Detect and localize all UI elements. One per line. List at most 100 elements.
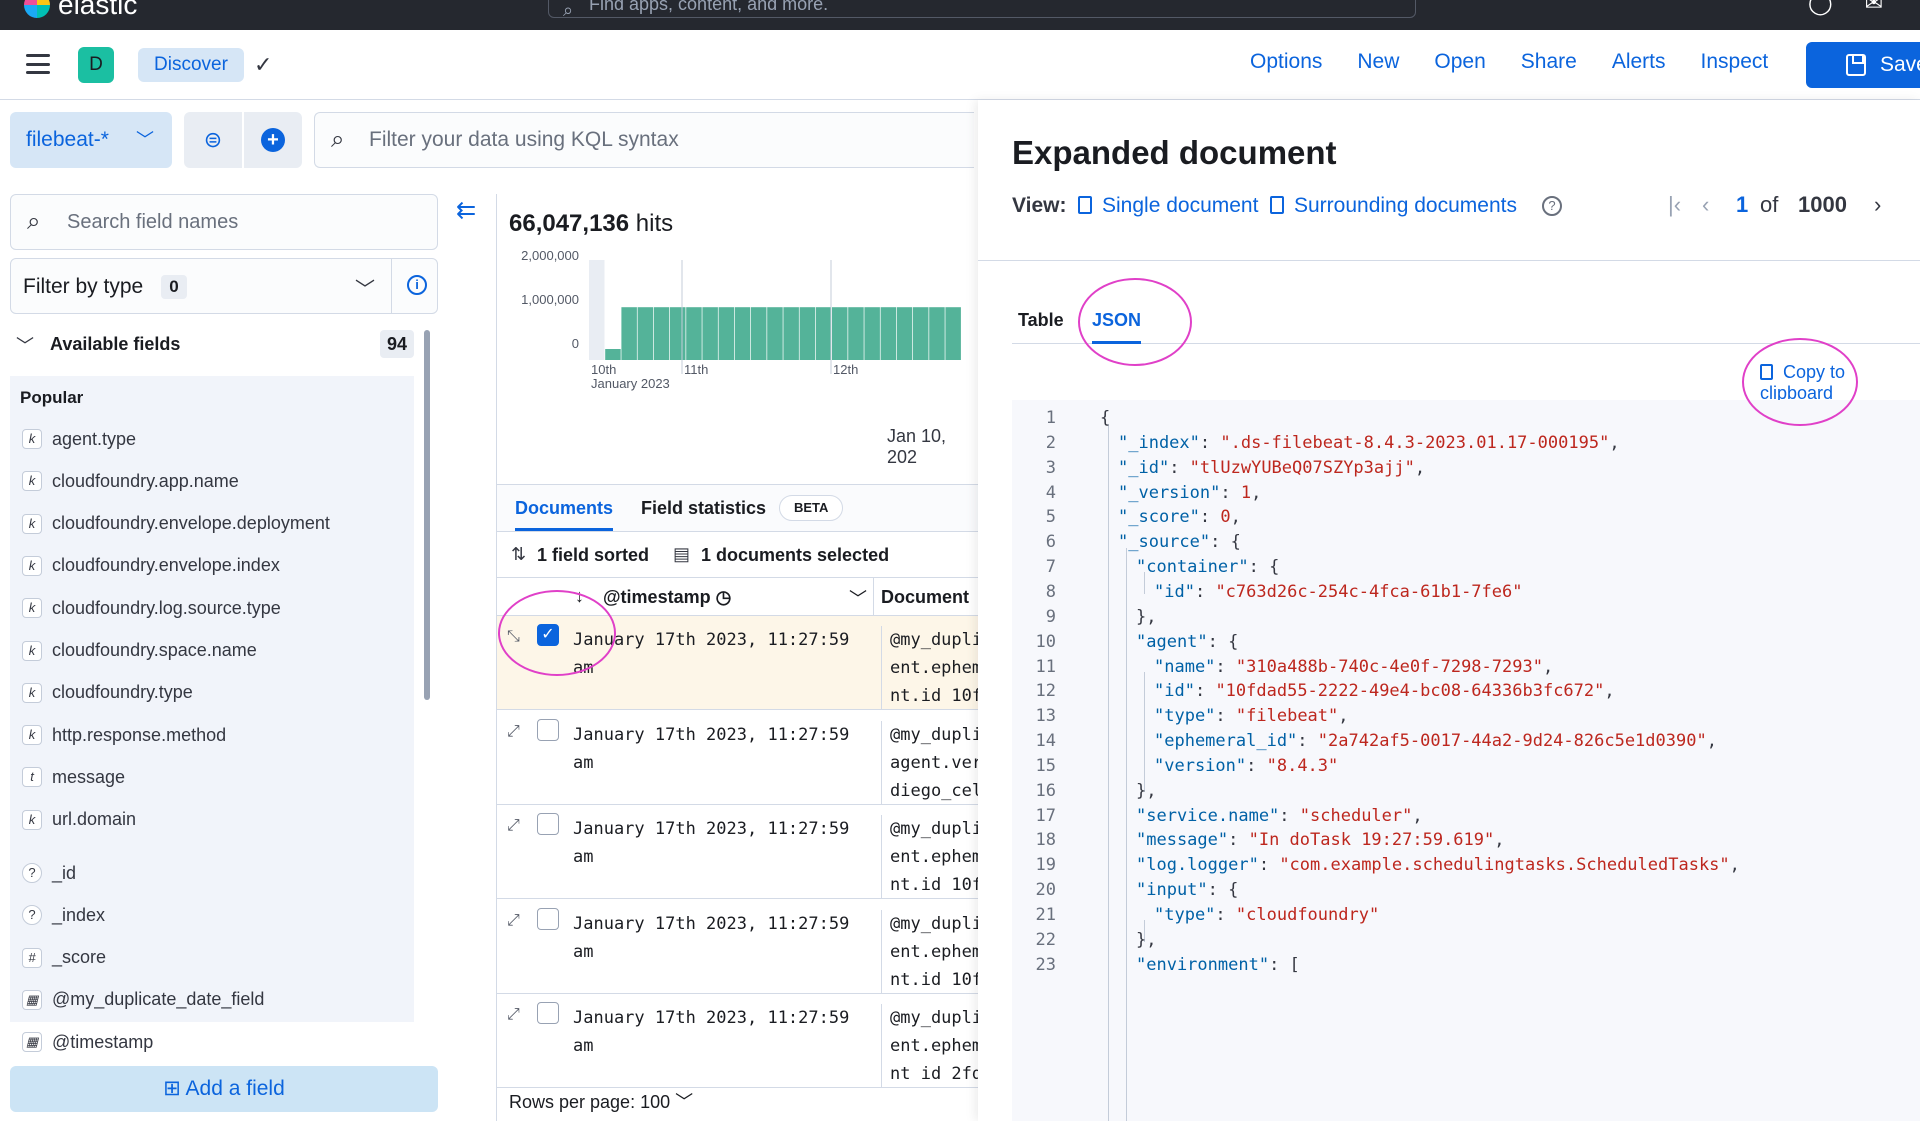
open-link[interactable]: Open xyxy=(1434,50,1485,74)
histogram-bar[interactable] xyxy=(621,307,637,360)
sort-icon[interactable]: ⇅ xyxy=(511,544,526,565)
newsfeed-icon[interactable]: ✉ xyxy=(1865,0,1883,16)
tab-documents[interactable]: Documents xyxy=(515,485,614,531)
field-item[interactable]: ▦ @my_duplicate_date_field xyxy=(22,985,264,1015)
previous-page-icon[interactable]: ‹ xyxy=(1702,192,1709,218)
histogram-bar[interactable] xyxy=(718,307,735,360)
json-code-block[interactable]: 1{2 "_index": ".ds-filebeat-8.4.3-2023.01… xyxy=(1012,400,1920,1121)
breadcrumb-discover[interactable]: Discover xyxy=(138,48,244,82)
available-fields-header[interactable]: ﹀ Available fields 94 xyxy=(14,330,414,364)
histogram-chart[interactable]: 2,000,000 1,000,000 0 10th 11th 12th January 2… xyxy=(497,248,979,408)
space-avatar[interactable]: D xyxy=(78,47,114,83)
field-item[interactable]: k url.domain xyxy=(22,805,136,835)
field-item[interactable]: k agent.type xyxy=(22,424,136,454)
chevron-down-icon: ﹀ xyxy=(136,130,154,150)
add-filter-button[interactable]: + xyxy=(244,112,302,168)
histogram-bar[interactable] xyxy=(589,285,605,360)
info-icon[interactable]: i xyxy=(407,275,427,295)
single-document-link[interactable]: Single document xyxy=(1102,194,1258,218)
new-link[interactable]: New xyxy=(1357,50,1399,74)
timestamp-column-header[interactable]: @timestamp ◷ xyxy=(603,587,731,608)
histogram-bar[interactable] xyxy=(864,307,880,360)
next-page-icon[interactable]: › xyxy=(1874,192,1881,218)
sorted-fields-button[interactable]: 1 field sorted xyxy=(537,545,649,566)
histogram-bar[interactable] xyxy=(783,307,799,360)
histogram-bar[interactable] xyxy=(751,307,767,360)
selected-docs-button[interactable]: 1 documents selected xyxy=(701,545,889,566)
menu-icon[interactable] xyxy=(26,54,50,74)
histogram-bar[interactable] xyxy=(605,349,621,360)
elastic-logo[interactable]: elastic xyxy=(24,0,137,20)
row-checkbox[interactable] xyxy=(537,907,559,930)
global-search-input[interactable]: ⌕ Find apps, content, and more. xyxy=(548,0,1416,20)
field-type-icon: # xyxy=(22,947,42,968)
alerts-link[interactable]: Alerts xyxy=(1612,50,1666,74)
field-item[interactable]: t message xyxy=(22,762,125,792)
share-link[interactable]: Share xyxy=(1521,50,1577,74)
expand-icon[interactable]: ⤢ xyxy=(507,723,520,741)
field-item[interactable]: k cloudfoundry.app.name xyxy=(22,466,239,496)
histogram-bar[interactable] xyxy=(945,307,961,360)
row-checkbox[interactable] xyxy=(537,718,559,741)
copy-to-clipboard-button[interactable]: Copy to clipboard xyxy=(1760,362,1920,404)
histogram-bar[interactable] xyxy=(734,307,751,360)
expand-icon[interactable]: ⤢ xyxy=(507,912,520,930)
row-checkbox[interactable]: ✓ xyxy=(537,624,559,646)
field-item[interactable]: k cloudfoundry.envelope.deployment xyxy=(22,509,330,539)
document-column-header[interactable]: Document xyxy=(881,587,969,608)
filter-menu-button[interactable]: ⊜ xyxy=(184,112,242,168)
field-item[interactable]: ? _index xyxy=(22,900,105,930)
field-type-icon: k xyxy=(22,429,42,449)
add-field-button[interactable]: ⊞ Add a field xyxy=(10,1066,438,1112)
inspect-link[interactable]: Inspect xyxy=(1701,50,1769,74)
field-item[interactable]: k cloudfoundry.space.name xyxy=(22,636,257,666)
histogram-bar[interactable] xyxy=(880,307,897,360)
histogram-bar[interactable] xyxy=(896,307,913,360)
histogram-bar[interactable] xyxy=(767,307,783,360)
tab-table[interactable]: Table xyxy=(1018,310,1064,331)
kql-search-input[interactable]: ⌕ Filter your data using KQL syntax xyxy=(314,112,974,168)
field-search-input[interactable]: ⌕ Search field names xyxy=(10,194,438,250)
histogram-bar[interactable] xyxy=(929,307,945,360)
field-item[interactable]: k http.response.method xyxy=(22,720,226,750)
field-item[interactable]: ? _id xyxy=(22,858,76,888)
row-checkbox[interactable] xyxy=(537,813,559,835)
histogram-bar[interactable] xyxy=(799,307,816,360)
histogram-bar[interactable] xyxy=(815,307,832,360)
sort-desc-icon[interactable]: ↓ xyxy=(575,586,584,607)
surrounding-documents-link[interactable]: Surrounding documents xyxy=(1294,194,1517,218)
data-view-picker[interactable]: filebeat-* ﹀ xyxy=(10,112,172,168)
field-item[interactable]: # _score xyxy=(22,943,106,973)
help-icon[interactable]: ◯ xyxy=(1808,0,1833,16)
field-item[interactable]: k cloudfoundry.type xyxy=(22,678,193,708)
first-page-icon[interactable]: |‹ xyxy=(1668,192,1681,218)
field-item[interactable]: k cloudfoundry.log.source.type xyxy=(22,593,281,623)
tab-json[interactable]: JSON xyxy=(1092,298,1142,344)
histogram-bar[interactable] xyxy=(686,307,702,360)
field-item[interactable]: ▦ @timestamp xyxy=(22,1027,153,1057)
expand-icon[interactable]: ⤢ xyxy=(507,817,520,835)
save-button[interactable]: Save xyxy=(1806,42,1920,88)
chevron-down-icon[interactable]: ﹀ xyxy=(849,585,867,611)
tab-field-statistics[interactable]: Field statistics xyxy=(641,485,766,531)
field-type-icon: k xyxy=(22,598,42,619)
histogram-bar[interactable] xyxy=(702,307,718,360)
histogram-bar[interactable] xyxy=(832,307,848,360)
histogram-bar[interactable] xyxy=(653,307,670,360)
expand-icon[interactable]: ⤢ xyxy=(507,1006,520,1024)
histogram-bar[interactable] xyxy=(637,307,654,360)
histogram-bar[interactable] xyxy=(848,307,864,360)
sidebar-scrollbar[interactable] xyxy=(424,330,430,700)
histogram-bar[interactable] xyxy=(913,307,929,360)
expand-icon[interactable]: ⤡ xyxy=(507,628,520,646)
field-item[interactable]: k cloudfoundry.envelope.index xyxy=(22,551,280,581)
row-checkbox[interactable] xyxy=(537,1002,559,1024)
options-link[interactable]: Options xyxy=(1250,50,1322,74)
page-total: 1000 xyxy=(1798,192,1847,217)
filter-by-type[interactable]: Filter by type 0 ﹀ i xyxy=(10,258,438,314)
collapse-sidebar-icon[interactable]: ⇇ xyxy=(456,196,476,225)
help-icon[interactable]: ? xyxy=(1542,196,1562,216)
rows-per-page-selector[interactable]: Rows per page: 100 ﹀ xyxy=(509,1088,693,1114)
global-search-placeholder: Find apps, content, and more. xyxy=(589,0,829,14)
histogram-bar[interactable] xyxy=(670,307,686,360)
